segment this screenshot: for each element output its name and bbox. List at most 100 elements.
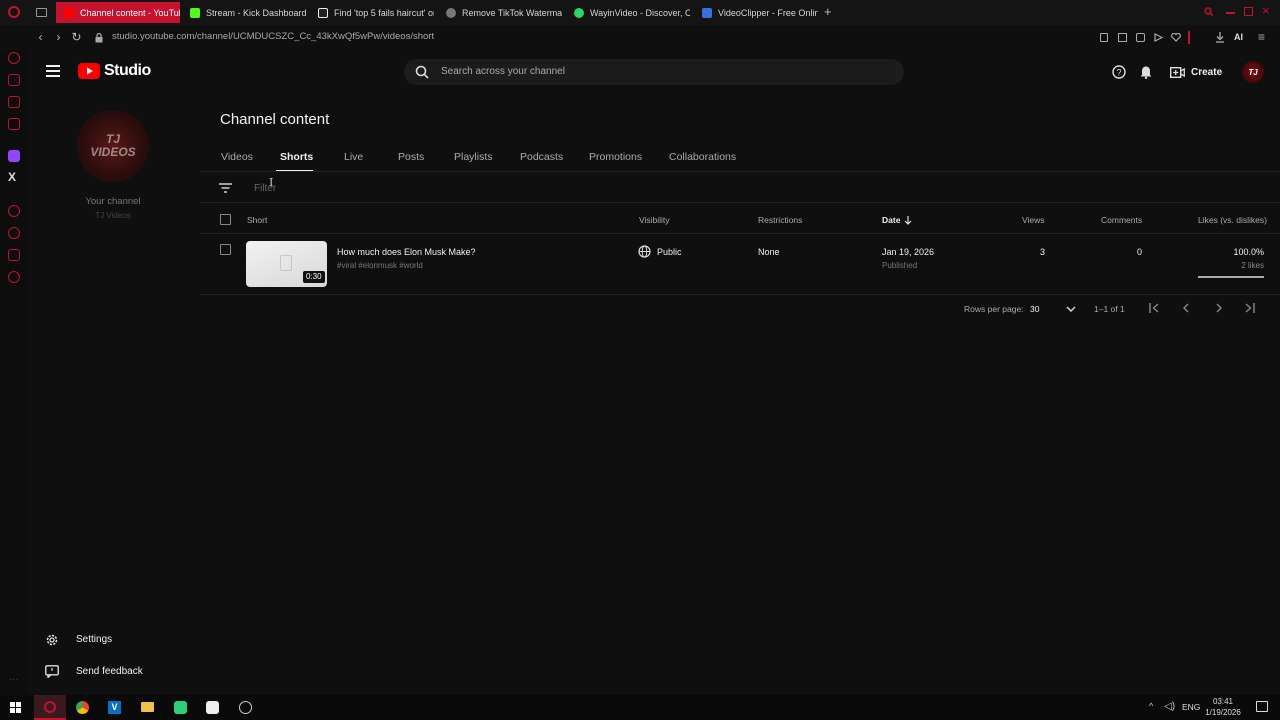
row-checkbox[interactable] [220,244,231,255]
next-page-icon[interactable] [1215,303,1223,313]
browser-tab-videoclipper[interactable]: VideoClipper - Free Online [694,2,818,23]
ai-button[interactable]: AI [1234,32,1243,42]
comments-value: 0 [1136,247,1142,257]
date-status: Published [882,261,918,270]
url-field[interactable]: studio.youtube.com/channel/UCMDUCSZC_Cc_… [112,31,434,42]
easy-setup-icon[interactable]: ≡ [1258,31,1265,43]
first-page-icon[interactable] [1149,303,1160,313]
visibility-value[interactable]: Public [657,247,682,257]
taskbar-time[interactable]: 03:41 [1203,697,1243,706]
capcut-icon[interactable] [206,701,219,714]
close-icon[interactable]: × [1262,4,1270,18]
search-icon[interactable] [415,65,429,79]
likes-percent: 100.0% [1233,247,1264,257]
divider [1188,31,1190,44]
back-icon[interactable]: ‹ [34,31,47,44]
chrome-taskbar-icon[interactable] [76,701,89,714]
tab-live[interactable]: Live [344,151,363,163]
extensions-icon[interactable] [8,249,20,261]
feedback-icon[interactable] [45,665,59,678]
twitch-icon[interactable] [8,150,20,162]
opera-taskbar-icon[interactable] [34,695,66,720]
column-header-views[interactable]: Views [1022,215,1045,225]
tab-playlists[interactable]: Playlists [454,151,493,163]
previous-page-icon[interactable] [1182,303,1190,313]
tab-shorts[interactable]: Shorts [280,151,313,163]
snapshot-icon[interactable] [1100,33,1108,42]
column-header-restrictions[interactable]: Restrictions [758,215,802,225]
send-feedback-link[interactable]: Send feedback [76,666,143,677]
studio-logo[interactable]: Studio [78,62,151,80]
help-icon[interactable]: ? [1112,65,1126,79]
notifications-bell-icon[interactable] [1139,64,1153,79]
windows-start-icon[interactable] [10,702,21,713]
create-button[interactable]: Create [1170,63,1222,81]
settings-icon[interactable] [45,633,59,647]
speaker-icon[interactable]: ◁) [1164,701,1175,712]
show-hidden-icons[interactable]: ^ [1149,701,1153,711]
search-tabs-icon[interactable] [1204,7,1214,17]
browser-tab-youtube[interactable]: Channel content - YouTube [56,2,180,23]
opera-menu-icon[interactable] [8,6,20,18]
settings-link[interactable]: Settings [76,634,112,645]
tab-videos[interactable]: Videos [221,151,253,163]
account-avatar[interactable]: TJ [1242,61,1264,83]
tab-posts[interactable]: Posts [398,151,424,163]
tab-promotions[interactable]: Promotions [589,151,642,163]
language-indicator[interactable]: ENG [1182,702,1200,712]
minimize-icon[interactable] [1226,12,1235,14]
select-all-checkbox[interactable] [220,214,231,225]
channel-avatar[interactable]: TJ VIDEOS [77,110,149,182]
download-icon[interactable] [1215,32,1225,43]
send-icon[interactable] [1154,33,1163,42]
column-header-comments[interactable]: Comments [1101,215,1142,225]
column-header-date[interactable]: Date [882,215,912,225]
clock-icon[interactable] [8,227,20,239]
browser-tab-tiktok[interactable]: Find 'top 5 fails haircut' on [310,2,434,23]
vscode-taskbar-icon[interactable]: V [108,701,121,714]
taskbar-date[interactable]: 1/19/2026 [1203,708,1243,717]
channel-logo-text: TJ VIDEOS [90,132,136,159]
history-icon[interactable] [8,205,20,217]
hamburger-menu-icon[interactable] [46,65,60,77]
adblock-icon[interactable] [1136,33,1145,42]
settings-gear-icon[interactable] [8,271,20,283]
video-thumbnail[interactable]: 0:30 [246,241,327,287]
search-input[interactable]: Search across your channel [441,66,565,77]
rows-per-page-select[interactable]: 30 [1030,301,1076,316]
filter-icon[interactable] [219,183,232,193]
tab-podcasts[interactable]: Podcasts [520,151,563,163]
tab-collaborations[interactable]: Collaborations [669,151,736,163]
column-header-likes[interactable]: Likes (vs. dislikes) [1198,215,1267,225]
browser-tab-wayinvideo[interactable]: WayinVideo - Discover, Cl [566,2,690,23]
tab-overview-icon[interactable] [36,8,47,17]
messenger-icon[interactable] [8,96,20,108]
thumbnail-figure [280,255,292,271]
youtube-logo-icon [78,63,100,79]
column-header-visibility[interactable]: Visibility [639,215,670,225]
row-divider [200,294,1280,295]
browser-tab-remove-watermark[interactable]: Remove TikTok Watermark [438,2,562,23]
browser-tab-kick[interactable]: Stream - Kick Dashboard [182,2,306,23]
app-circle-icon[interactable] [239,701,252,714]
music-player-icon[interactable] [8,74,20,86]
heart-icon[interactable] [1171,33,1181,42]
ai-label: AI [1234,32,1243,42]
lock-icon[interactable] [95,33,103,43]
reload-icon[interactable]: ↻ [70,31,83,44]
new-tab-icon[interactable]: + [824,5,832,18]
x-icon[interactable]: X [8,170,16,184]
notification-center-icon[interactable] [1256,701,1268,712]
forward-icon[interactable]: › [52,31,65,44]
video-title[interactable]: How much does Elon Musk Make? [337,247,476,257]
date-value: Jan 19, 2026 [882,247,935,257]
file-explorer-icon[interactable] [141,702,154,712]
ai-assistant-icon[interactable] [8,52,20,64]
table-row[interactable]: 0:30 How much does Elon Musk Make? #vira… [200,234,1280,294]
mail-icon[interactable] [8,118,20,130]
camera-icon[interactable] [1118,33,1127,42]
maximize-icon[interactable] [1244,7,1253,16]
app-green-icon[interactable] [174,701,187,714]
last-page-icon[interactable] [1244,303,1255,313]
more-icon[interactable]: … [9,672,19,683]
